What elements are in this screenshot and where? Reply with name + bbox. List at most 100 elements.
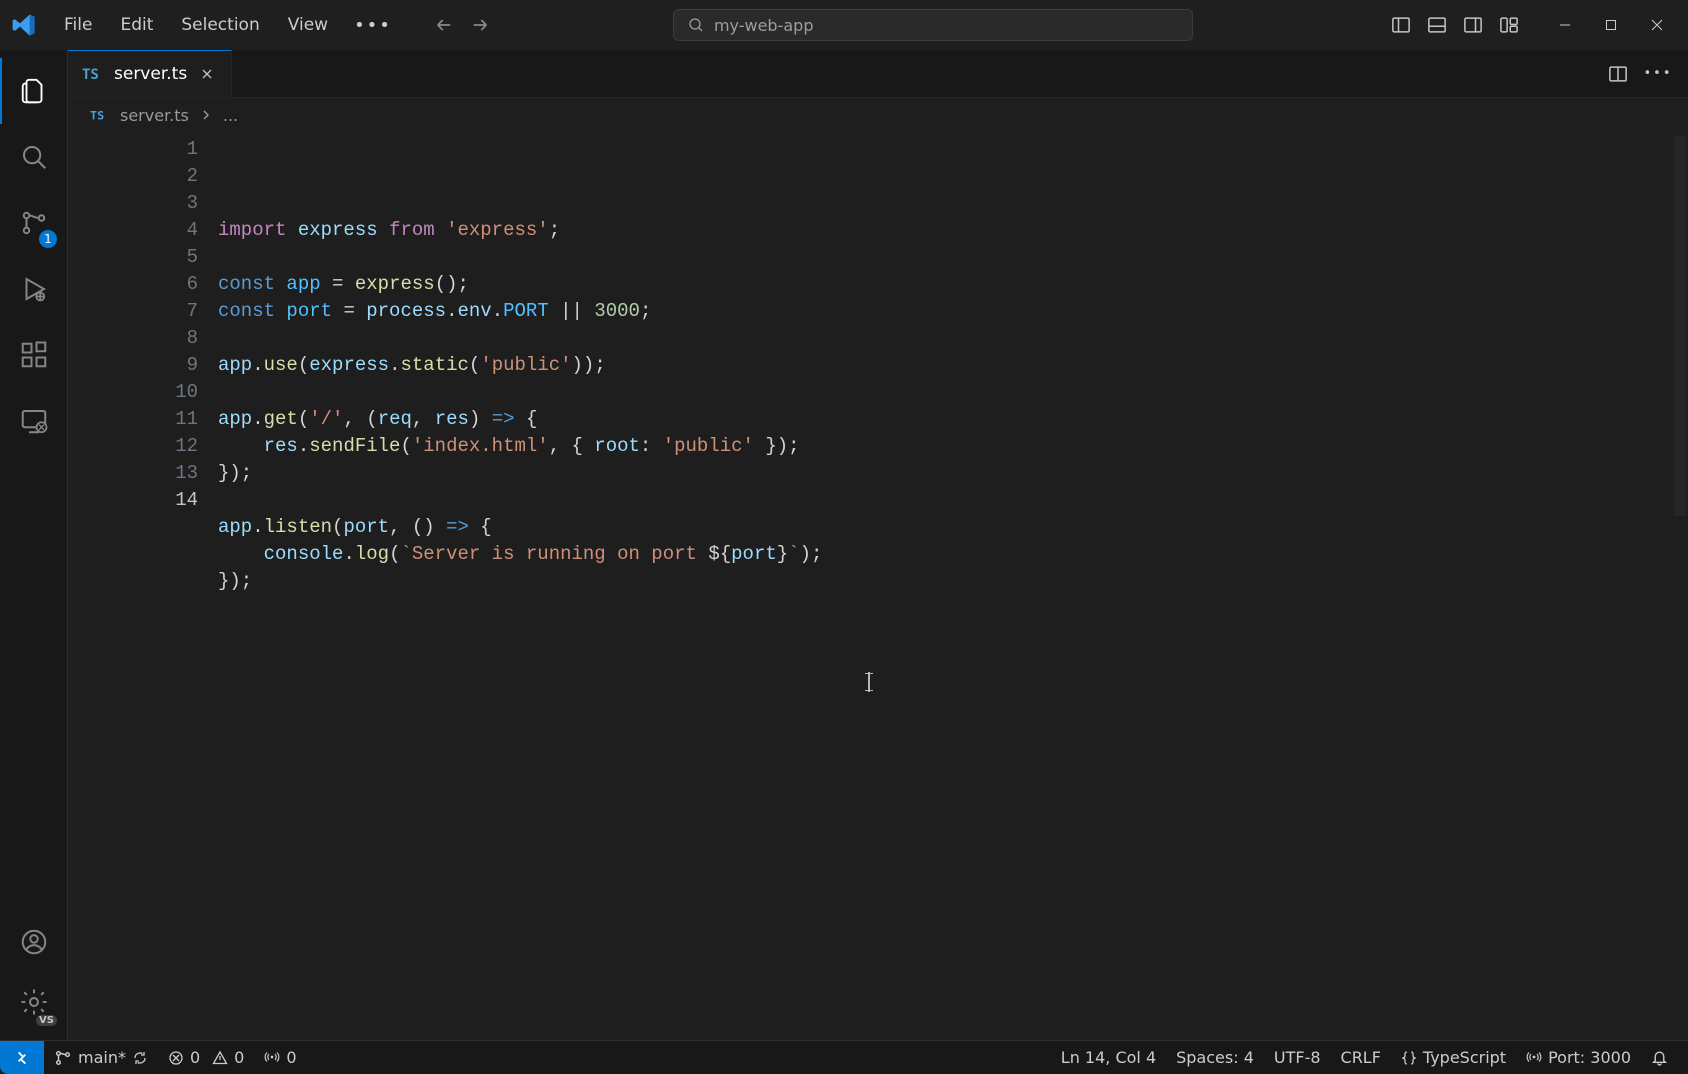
tab-close-button[interactable] <box>197 64 217 84</box>
braces-icon <box>1401 1050 1417 1066</box>
customize-layout-button[interactable] <box>1492 8 1526 42</box>
search-icon <box>688 17 704 33</box>
tab-label: server.ts <box>114 64 187 84</box>
line-number: 4 <box>68 217 198 244</box>
remote-indicator[interactable] <box>0 1041 44 1074</box>
status-eol[interactable]: CRLF <box>1331 1041 1391 1074</box>
code-line[interactable]: app.listen(port, () => { <box>218 514 1688 541</box>
line-number: 14 <box>68 487 198 514</box>
status-notifications[interactable] <box>1641 1041 1678 1074</box>
typescript-file-icon: TS <box>82 63 104 85</box>
toggle-panel-button[interactable] <box>1420 8 1454 42</box>
code-line[interactable]: const port = process.env.PORT || 3000; <box>218 298 1688 325</box>
menu-overflow[interactable]: ••• <box>344 9 402 42</box>
code-line[interactable]: app.get('/', (req, res) => { <box>218 406 1688 433</box>
typescript-file-icon: TS <box>90 105 110 125</box>
line-number: 11 <box>68 406 198 433</box>
git-branch-icon <box>54 1049 72 1067</box>
window-minimize-button[interactable] <box>1542 5 1588 45</box>
activity-accounts[interactable] <box>0 912 67 972</box>
status-forwarded-port[interactable]: Port: 3000 <box>1516 1041 1641 1074</box>
window-maximize-button[interactable] <box>1588 5 1634 45</box>
source-control-badge: 1 <box>39 230 57 248</box>
radio-tower-icon <box>1526 1050 1542 1066</box>
status-branch-label: main* <box>78 1048 126 1067</box>
code-line[interactable]: }); <box>218 460 1688 487</box>
line-number: 3 <box>68 190 198 217</box>
status-indentation[interactable]: Spaces: 4 <box>1166 1041 1264 1074</box>
line-number: 1 <box>68 136 198 163</box>
status-cursor-position[interactable]: Ln 14, Col 4 <box>1051 1041 1166 1074</box>
code-line[interactable]: res.sendFile('index.html', { root: 'publ… <box>218 433 1688 460</box>
breadcrumb-trail: ... <box>223 106 238 125</box>
vscode-logo-icon <box>10 11 38 39</box>
menu-file[interactable]: File <box>52 9 104 42</box>
status-errors-count: 0 <box>190 1048 200 1067</box>
activity-remote-explorer[interactable] <box>0 388 67 454</box>
line-number: 5 <box>68 244 198 271</box>
toggle-secondary-sidebar-button[interactable] <box>1456 8 1490 42</box>
profile-badge: VS <box>36 1015 57 1026</box>
breadcrumb[interactable]: TS server.ts ... <box>68 98 1688 132</box>
window-close-button[interactable] <box>1634 5 1680 45</box>
status-branch[interactable]: main* <box>44 1041 158 1074</box>
status-encoding[interactable]: UTF-8 <box>1264 1041 1331 1074</box>
status-ports[interactable]: 0 <box>254 1041 306 1074</box>
line-number: 10 <box>68 379 198 406</box>
svg-text:TS: TS <box>90 109 104 123</box>
status-warnings-count: 0 <box>234 1048 244 1067</box>
code-line[interactable]: import express from 'express'; <box>218 217 1688 244</box>
radio-tower-icon <box>264 1050 280 1066</box>
line-number: 9 <box>68 352 198 379</box>
menu-edit[interactable]: Edit <box>108 9 165 42</box>
line-number-gutter: 1234567891011121314 <box>68 132 218 1040</box>
split-editor-button[interactable] <box>1602 58 1634 90</box>
code-line[interactable] <box>218 244 1688 271</box>
scrollbar-thumb[interactable] <box>1674 136 1686 516</box>
code-line[interactable] <box>218 379 1688 406</box>
activity-explorer[interactable] <box>0 58 67 124</box>
bell-icon <box>1651 1049 1668 1066</box>
code-line[interactable]: const app = express(); <box>218 271 1688 298</box>
nav-back-button[interactable] <box>430 11 458 39</box>
activity-bar: 1 VS <box>0 50 68 1040</box>
line-number: 2 <box>68 163 198 190</box>
status-bar: main* 0 0 0 <box>0 1040 1688 1074</box>
menu-view[interactable]: View <box>276 9 340 42</box>
editor-more-actions-button[interactable]: ••• <box>1642 58 1674 90</box>
app-frame: File Edit Selection View ••• my-web-app <box>0 0 1688 1074</box>
tab-server-ts[interactable]: TS server.ts <box>68 50 232 97</box>
command-center-text: my-web-app <box>714 16 814 35</box>
status-language-mode[interactable]: TypeScript <box>1391 1041 1516 1074</box>
activity-extensions[interactable] <box>0 322 67 388</box>
code-content[interactable]: import express from 'express'; const app … <box>218 132 1688 1040</box>
command-center[interactable]: my-web-app <box>673 9 1193 41</box>
chevron-right-icon <box>199 108 213 122</box>
line-number: 6 <box>68 271 198 298</box>
tabs-row: TS server.ts ••• <box>68 50 1688 98</box>
activity-manage[interactable]: VS <box>0 972 67 1032</box>
code-line[interactable]: console.log(`Server is running on port $… <box>218 541 1688 568</box>
activity-search[interactable] <box>0 124 67 190</box>
code-line[interactable]: }); <box>218 568 1688 595</box>
line-number: 8 <box>68 325 198 352</box>
svg-text:TS: TS <box>82 67 99 83</box>
editor-group: TS server.ts ••• <box>68 50 1688 1040</box>
code-line[interactable]: app.use(express.static('public')); <box>218 352 1688 379</box>
toggle-primary-sidebar-button[interactable] <box>1384 8 1418 42</box>
activity-run-debug[interactable] <box>0 256 67 322</box>
menu-bar: File Edit Selection View ••• <box>52 9 402 42</box>
nav-forward-button[interactable] <box>466 11 494 39</box>
status-ports-count: 0 <box>286 1048 296 1067</box>
menu-selection[interactable]: Selection <box>169 9 271 42</box>
editor[interactable]: 1234567891011121314 import express from … <box>68 132 1688 1040</box>
error-icon <box>168 1050 184 1066</box>
breadcrumb-file: server.ts <box>120 106 189 125</box>
activity-source-control[interactable]: 1 <box>0 190 67 256</box>
status-problems[interactable]: 0 0 <box>158 1041 254 1074</box>
line-number: 13 <box>68 460 198 487</box>
code-line[interactable] <box>218 325 1688 352</box>
code-line[interactable] <box>218 487 1688 514</box>
line-number: 12 <box>68 433 198 460</box>
sync-icon <box>132 1050 148 1066</box>
